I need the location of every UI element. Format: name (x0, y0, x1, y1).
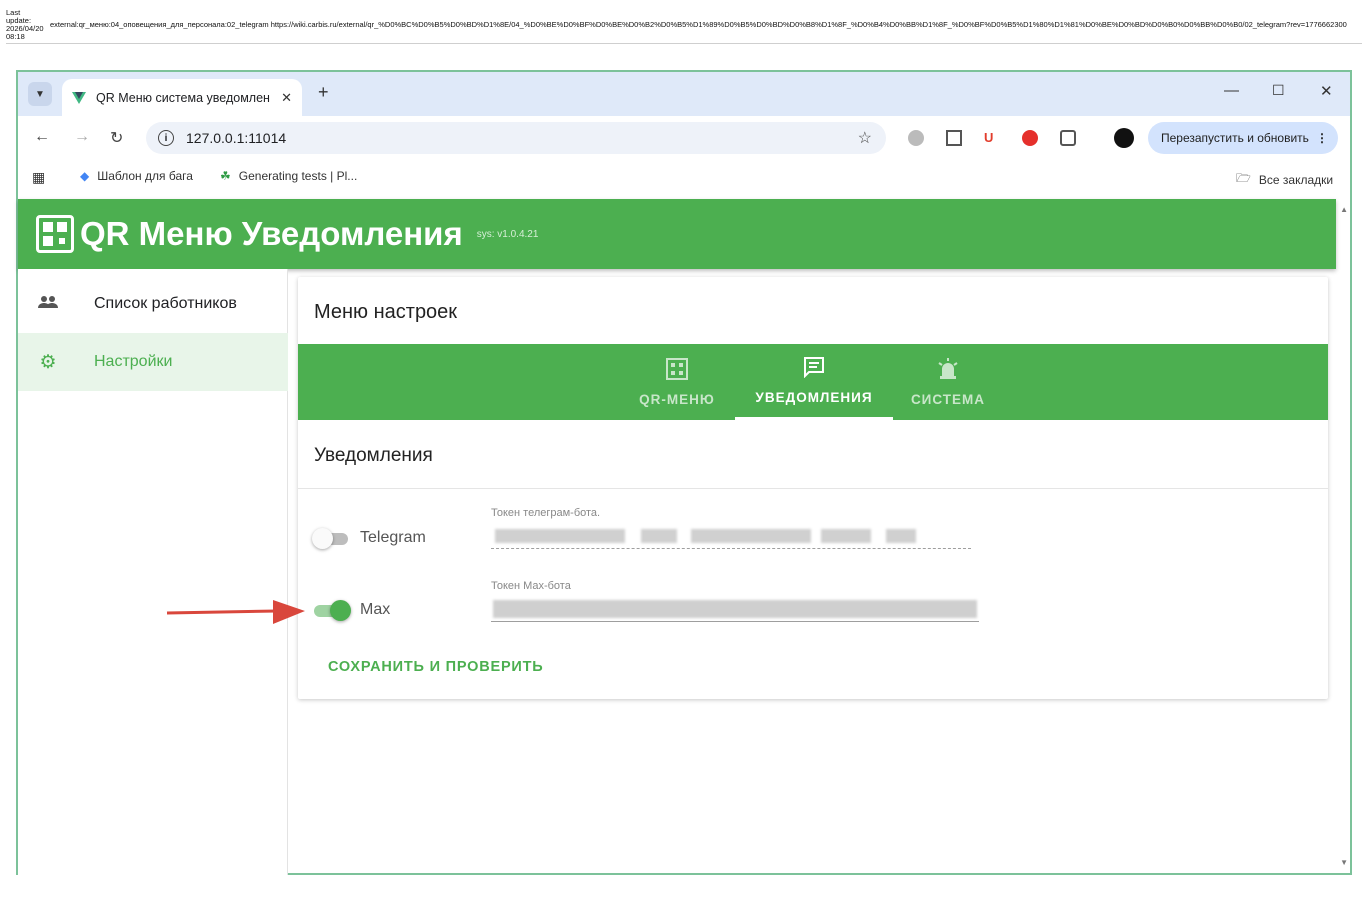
all-bookmarks[interactable]: 🗁 Все закладки (1236, 169, 1333, 190)
bookmark-bug-template[interactable]: ◆ Шаблон для бага (80, 169, 193, 183)
tab-strip: ▼ QR Меню система уведомлен ✕ + — ☐ ✕ (18, 72, 1350, 116)
window-close-icon[interactable]: ✕ (1320, 82, 1333, 100)
meta-line: 08:18 (6, 31, 25, 41)
tab-system[interactable]: СИСТЕМА (898, 344, 998, 420)
telegram-token-label: Токен телеграм-бота. (491, 507, 601, 519)
settings-tabs: QR-МЕНЮ УВЕДОМЛЕНИЯ СИСТЕМА (298, 344, 1328, 420)
telegram-token-field[interactable] (491, 523, 971, 549)
sidebar-item-employees[interactable]: Список работников (18, 275, 288, 333)
app-title: QR Меню Уведомления (80, 215, 463, 252)
bookmark-label: Generating tests | Pl... (238, 169, 358, 183)
sidebar-item-label: Настройки (94, 353, 173, 370)
wiki-print-header: Last update: 2026/04/20 08:18 external:q… (6, 6, 1362, 44)
tab-title: QR Меню система уведомлен (96, 90, 270, 105)
toggle-knob (330, 600, 351, 621)
translate-extension-icon[interactable] (908, 130, 924, 146)
people-icon (36, 295, 60, 314)
wiki-last-update: Last update: 2026/04/20 08:18 (6, 8, 48, 41)
tab-label: СИСТЕМА (910, 391, 986, 407)
max-toggle[interactable] (312, 599, 352, 623)
browser-toolbar: ← → ↻ i 127.0.0.1:11014 ☆ U Перезапустит… (18, 116, 1350, 160)
leaf-icon: ☘ (220, 169, 231, 183)
qr-icon (666, 357, 688, 386)
app-header: QR Меню Уведомления sys: v1.0.4.21 (18, 199, 1336, 269)
bookmarks-bar: ▦ ◆ Шаблон для бага ☘ Generating tests |… (18, 160, 1350, 194)
site-info-icon[interactable]: i (158, 130, 174, 146)
scroll-up-arrow[interactable]: ▲ (1340, 205, 1348, 214)
tab-search-dropdown[interactable]: ▼ (28, 82, 52, 106)
all-bookmarks-label: Все закладки (1258, 172, 1334, 187)
vue-logo-icon (72, 91, 86, 104)
annotation-arrow (166, 600, 305, 624)
tab-label: УВЕДОМЛЕНИЯ (755, 390, 873, 405)
new-tab-icon[interactable]: + (318, 82, 329, 103)
profile-avatar[interactable] (1114, 128, 1134, 148)
browser-window: ▼ QR Меню система уведомлен ✕ + — ☐ ✕ ← … (16, 70, 1352, 875)
sidebar: Список работников ⚙ Настройки (18, 269, 288, 875)
minimize-icon[interactable]: — (1224, 82, 1239, 99)
maximize-icon[interactable]: ☐ (1272, 82, 1285, 99)
tab-qr-menu[interactable]: QR-МЕНЮ (622, 344, 732, 420)
apps-grid-icon[interactable]: ▦ (32, 169, 45, 186)
telegram-label: Telegram (360, 529, 426, 546)
section-title: Уведомления (314, 445, 433, 466)
menu-dots-icon[interactable]: ⋮ (1316, 131, 1328, 145)
tab-label: QR-МЕНЮ (639, 391, 715, 407)
alarm-icon (937, 357, 959, 386)
page-title: Меню настроек (314, 301, 458, 323)
divider (298, 488, 1328, 489)
settings-card: Меню настроек QR-МЕНЮ УВЕДОМЛЕНИЯ СИСТЕМ… (298, 277, 1328, 699)
folder-icon: 🗁 (1236, 171, 1251, 185)
sidebar-item-label: Список работников (94, 295, 237, 312)
bookmark-star-icon[interactable]: ☆ (858, 128, 872, 148)
max-label: Max (360, 601, 391, 618)
qr-logo-icon (36, 215, 74, 253)
max-token-label: Токен Max-бота (491, 580, 571, 592)
bookmark-generating-tests[interactable]: ☘ Generating tests | Pl... (220, 169, 357, 183)
telegram-toggle[interactable] (312, 527, 352, 551)
bookmark-label: Шаблон для бага (97, 169, 193, 183)
diamond-icon: ◆ (80, 169, 90, 183)
browser-tab[interactable]: QR Меню система уведомлен ✕ (62, 79, 302, 116)
message-icon (803, 356, 825, 384)
back-icon[interactable]: ← (34, 128, 50, 146)
forward-icon[interactable]: → (74, 128, 90, 146)
relaunch-update-button[interactable]: Перезапустить и обновить ⋮ (1148, 122, 1338, 154)
gear-icon: ⚙ (39, 351, 57, 373)
toggle-knob (312, 528, 333, 549)
url-text: 127.0.0.1:11014 (186, 130, 287, 146)
relaunch-label: Перезапустить и обновить (1161, 131, 1309, 145)
close-tab-icon[interactable]: ✕ (281, 90, 292, 106)
reload-icon[interactable]: ↻ (110, 128, 123, 148)
app-version: sys: v1.0.4.21 (476, 228, 539, 240)
wiki-page-path: external:qr_меню:04_оповещения_для_персо… (50, 20, 1347, 29)
scroll-down-arrow[interactable]: ▼ (1340, 858, 1348, 867)
extensions-icon[interactable] (1060, 130, 1076, 146)
magnet-extension-icon[interactable]: U (984, 130, 1000, 146)
save-and-check-button[interactable]: СОХРАНИТЬ И ПРОВЕРИТЬ (328, 659, 544, 675)
adblock-extension-icon[interactable] (1022, 130, 1038, 146)
max-token-field[interactable] (491, 596, 979, 622)
tab-notifications[interactable]: УВЕДОМЛЕНИЯ (735, 344, 893, 420)
screenshot-extension-icon[interactable] (946, 130, 962, 146)
address-bar[interactable]: i 127.0.0.1:11014 ☆ (146, 122, 886, 154)
sidebar-item-settings[interactable]: ⚙ Настройки (18, 333, 288, 391)
